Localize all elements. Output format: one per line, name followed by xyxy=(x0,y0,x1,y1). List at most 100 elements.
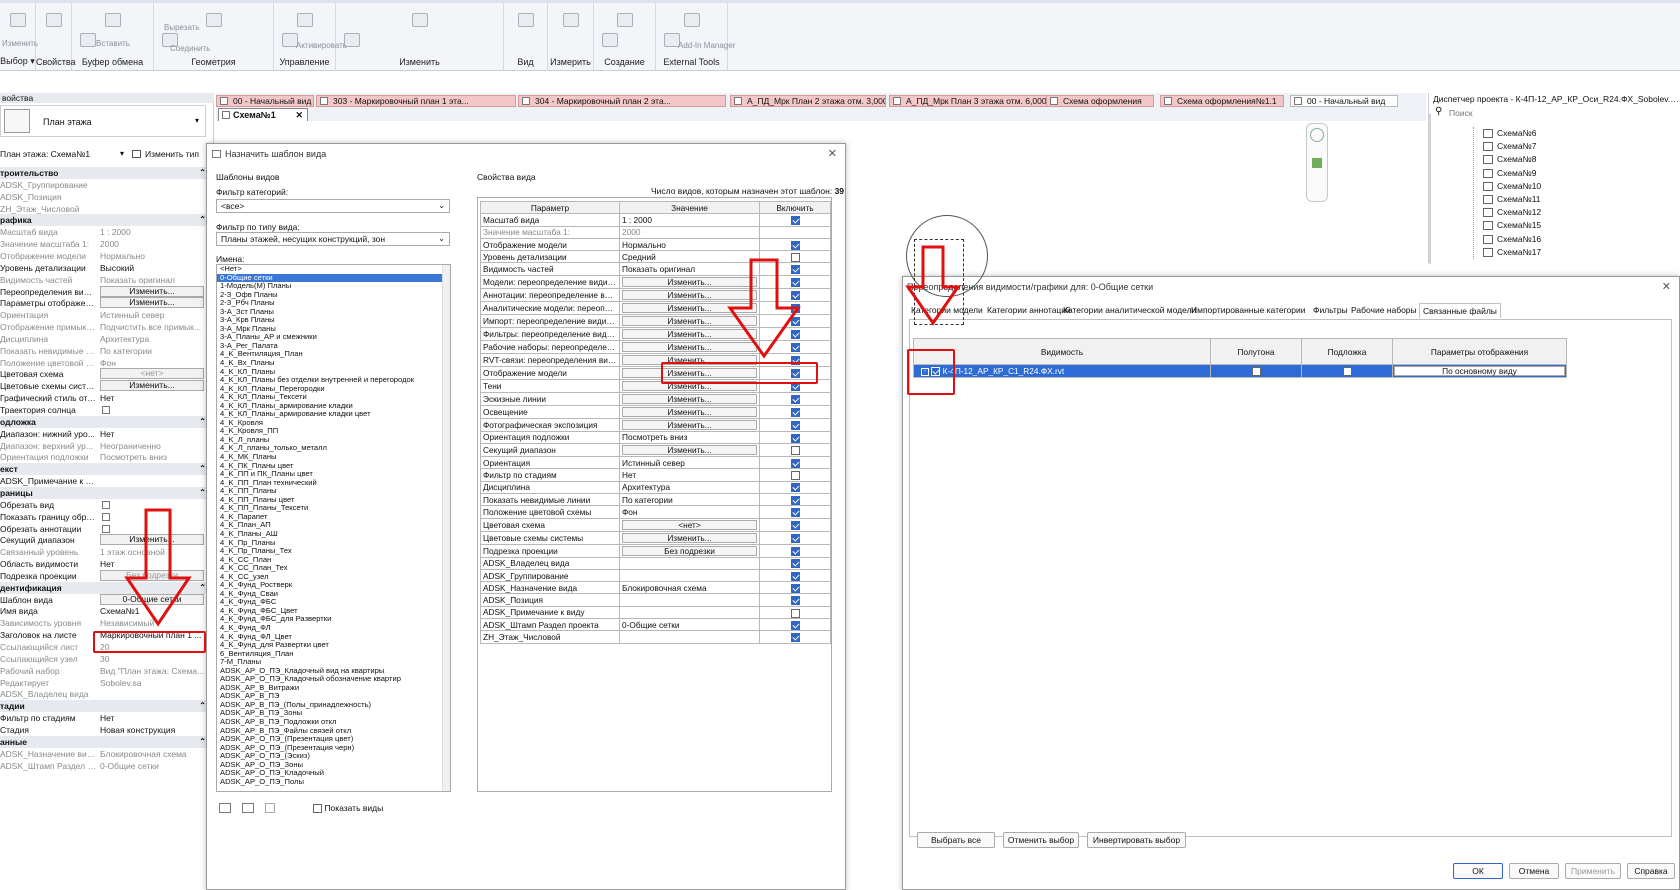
template-list-item[interactable]: 4_K_Вентиляция_План xyxy=(217,350,450,359)
template-list-item[interactable]: 4_K_КЛ_Планы_Перегородки xyxy=(217,385,450,394)
type-selector[interactable]: План этажа ▾ xyxy=(0,105,206,137)
include-checkbox[interactable] xyxy=(790,394,800,404)
include-checkbox[interactable] xyxy=(790,407,800,417)
include-checkbox[interactable] xyxy=(790,508,800,518)
template-list-item[interactable]: 4_K_ПП_Планы xyxy=(217,487,450,496)
template-list-item[interactable]: 2-З_Рбч Планы xyxy=(217,299,450,308)
template-list-item[interactable]: 2-З_Офв Планы xyxy=(217,291,450,300)
steering-wheel-icon[interactable] xyxy=(1310,128,1324,142)
template-list-item[interactable]: 4_K_Л_планы xyxy=(217,436,450,445)
cancel-button[interactable]: Отмена xyxy=(1509,863,1559,879)
vg-tab[interactable]: Категории аннотаций xyxy=(987,303,1071,317)
template-list-item[interactable]: 1-Модель(М) Планы xyxy=(217,282,450,291)
invert-selection-button[interactable]: Инвертировать выбор xyxy=(1087,832,1186,848)
zoom-icon[interactable] xyxy=(1312,158,1322,168)
browser-search[interactable]: ⚲ xyxy=(1433,106,1633,120)
template-list-item[interactable]: ADSK_АР_О_ПЭ_Кладочный обозначение кварт… xyxy=(217,675,450,684)
halftone-checkbox[interactable] xyxy=(1251,367,1261,377)
apply-button[interactable]: Применить xyxy=(1565,863,1621,879)
include-checkbox[interactable] xyxy=(790,583,800,593)
edit-button[interactable]: Без подрезки xyxy=(622,545,757,556)
ribbon-tool-icon[interactable] xyxy=(46,13,62,27)
template-list-item[interactable]: ADSK_АР_В_ПЭ xyxy=(217,692,450,701)
template-list-item[interactable]: ADSK_АР_В_ПЭ_Зоны xyxy=(217,709,450,718)
ribbon-tool-icon[interactable] xyxy=(10,13,26,27)
edit-button[interactable]: Изменить... xyxy=(622,393,757,404)
include-checkbox[interactable] xyxy=(790,546,800,556)
template-list-item[interactable]: 4_K_СС_узел xyxy=(217,573,450,582)
browser-view-item[interactable]: Схема№15 xyxy=(1483,219,1541,232)
include-checkbox[interactable] xyxy=(790,240,800,250)
ribbon-tool-icon[interactable] xyxy=(297,13,313,27)
close-icon[interactable]: ✕ xyxy=(295,109,303,121)
template-list-item[interactable]: 4_K_ПП и ПК_Планы цвет xyxy=(217,470,450,479)
document-tab[interactable]: 304 - Маркировочный план 2 эта... xyxy=(518,95,726,107)
property-button[interactable]: Изменить... xyxy=(100,285,204,297)
document-tab[interactable]: Схема оформления№1.1 xyxy=(1160,95,1284,107)
ribbon-tool-icon[interactable] xyxy=(206,13,222,27)
include-checkbox[interactable] xyxy=(790,559,800,569)
property-checkbox[interactable] xyxy=(102,512,110,521)
template-list-item[interactable]: 4_K_КЛ_Планы_армирование кладки xyxy=(217,402,450,411)
template-list-item[interactable]: 4_K_Фунд_Сваи xyxy=(217,590,450,599)
property-checkbox[interactable] xyxy=(102,524,110,533)
property-section[interactable]: анные ⌃ xyxy=(0,735,210,748)
property-button[interactable]: Изменить... xyxy=(100,297,204,309)
template-list-item[interactable]: 4_K_СС_План xyxy=(217,556,450,565)
edit-button[interactable]: Изменить... xyxy=(622,419,757,430)
ribbon-tool-icon[interactable] xyxy=(105,13,121,27)
document-tab[interactable]: А_ПД_Мрк План 3 этажа отм. 6,000 xyxy=(889,95,1051,107)
template-list-item[interactable]: 7-М_Планы xyxy=(217,658,450,667)
search-input[interactable] xyxy=(1449,107,1619,119)
navigation-bar[interactable] xyxy=(1306,123,1328,202)
ribbon-tool-icon[interactable] xyxy=(518,13,534,27)
include-checkbox[interactable] xyxy=(790,571,800,581)
edit-button[interactable]: <нет> xyxy=(622,519,757,530)
template-list-item[interactable]: <Нет> xyxy=(217,265,450,274)
template-list-item[interactable]: 4_K_Фунд_Ростверк xyxy=(217,581,450,590)
duplicate-icon[interactable] xyxy=(219,803,231,813)
ribbon-tool-icon[interactable] xyxy=(684,13,700,27)
include-checkbox[interactable] xyxy=(790,471,800,481)
template-list-item[interactable]: ADSK_АР_В_ПЭ_Файлы связей откл xyxy=(217,727,450,736)
template-list-item[interactable]: ADSK_АР_В_ПЭ_Подложки откл xyxy=(217,718,450,727)
close-icon[interactable]: ✕ xyxy=(1662,280,1671,293)
browser-view-item[interactable]: Схема№6 xyxy=(1483,127,1536,140)
vg-tab[interactable]: Связанные файлы xyxy=(1419,303,1501,318)
vg-tab[interactable]: Импортированные категории xyxy=(1191,303,1306,317)
property-section[interactable]: троительство ⌃ xyxy=(0,167,210,179)
property-checkbox[interactable] xyxy=(102,406,110,414)
type-filter-select[interactable]: Планы этажей, несущих конструкций, зон ⌄ xyxy=(216,232,450,246)
browser-view-item[interactable]: Схема№11 xyxy=(1483,193,1541,206)
display-settings-button[interactable]: По основному виду xyxy=(1394,366,1565,376)
template-list-item[interactable]: 4_K_Фунд_ФБС_для Развертки xyxy=(217,615,450,624)
browser-view-item[interactable]: Схема№10 xyxy=(1483,180,1541,193)
edit-button[interactable]: Изменить... xyxy=(622,406,757,417)
template-list-item[interactable]: ADSK_АР_О_ПЭ_Кладочный вид на квартиры xyxy=(217,667,450,676)
include-checkbox[interactable] xyxy=(790,483,800,493)
vg-tab[interactable]: Рабочие наборы xyxy=(1351,303,1417,317)
property-button[interactable]: Изменить... xyxy=(100,380,204,392)
document-tab[interactable]: А_ПД_Мрк План 2 этажа отм. 3,000 xyxy=(730,95,886,107)
template-list-item[interactable]: 4_K_Парапет xyxy=(217,513,450,522)
template-list-item[interactable]: 3-А_Планы_АР и смежники xyxy=(217,333,450,342)
template-list-item[interactable]: ADSK_АР_О_ПЭ_(Эскиз) xyxy=(217,752,450,761)
template-list-item[interactable]: 4_K_Планы_АШ xyxy=(217,530,450,539)
ok-button[interactable]: ОК xyxy=(1453,863,1503,879)
include-checkbox[interactable] xyxy=(790,458,800,468)
rename-icon[interactable] xyxy=(242,803,254,813)
include-checkbox[interactable] xyxy=(790,633,800,643)
template-list-item[interactable]: 4_K_МК_Планы xyxy=(217,453,450,462)
include-checkbox[interactable] xyxy=(790,495,800,505)
collapse-icon[interactable]: ⌃ xyxy=(199,736,206,748)
collapse-icon[interactable]: ⌃ xyxy=(199,167,206,179)
property-button[interactable]: <нет> xyxy=(100,368,204,380)
edit-button[interactable]: Изменить... xyxy=(622,532,757,543)
template-list-item[interactable]: 0-Общие сетки xyxy=(217,273,450,283)
template-list-item[interactable]: 4_K_КЛ_Планы_армирование кладки цвет xyxy=(217,410,450,419)
edit-button[interactable]: Изменить... xyxy=(622,445,757,456)
instance-filter[interactable]: План этажа: Схема№1 ▾ Изменить тип xyxy=(0,147,210,161)
browser-view-item[interactable]: Схема№8 xyxy=(1483,153,1536,166)
browser-view-item[interactable]: Схема№12 xyxy=(1483,206,1541,219)
browser-view-item[interactable]: Схема№17 xyxy=(1483,246,1541,259)
